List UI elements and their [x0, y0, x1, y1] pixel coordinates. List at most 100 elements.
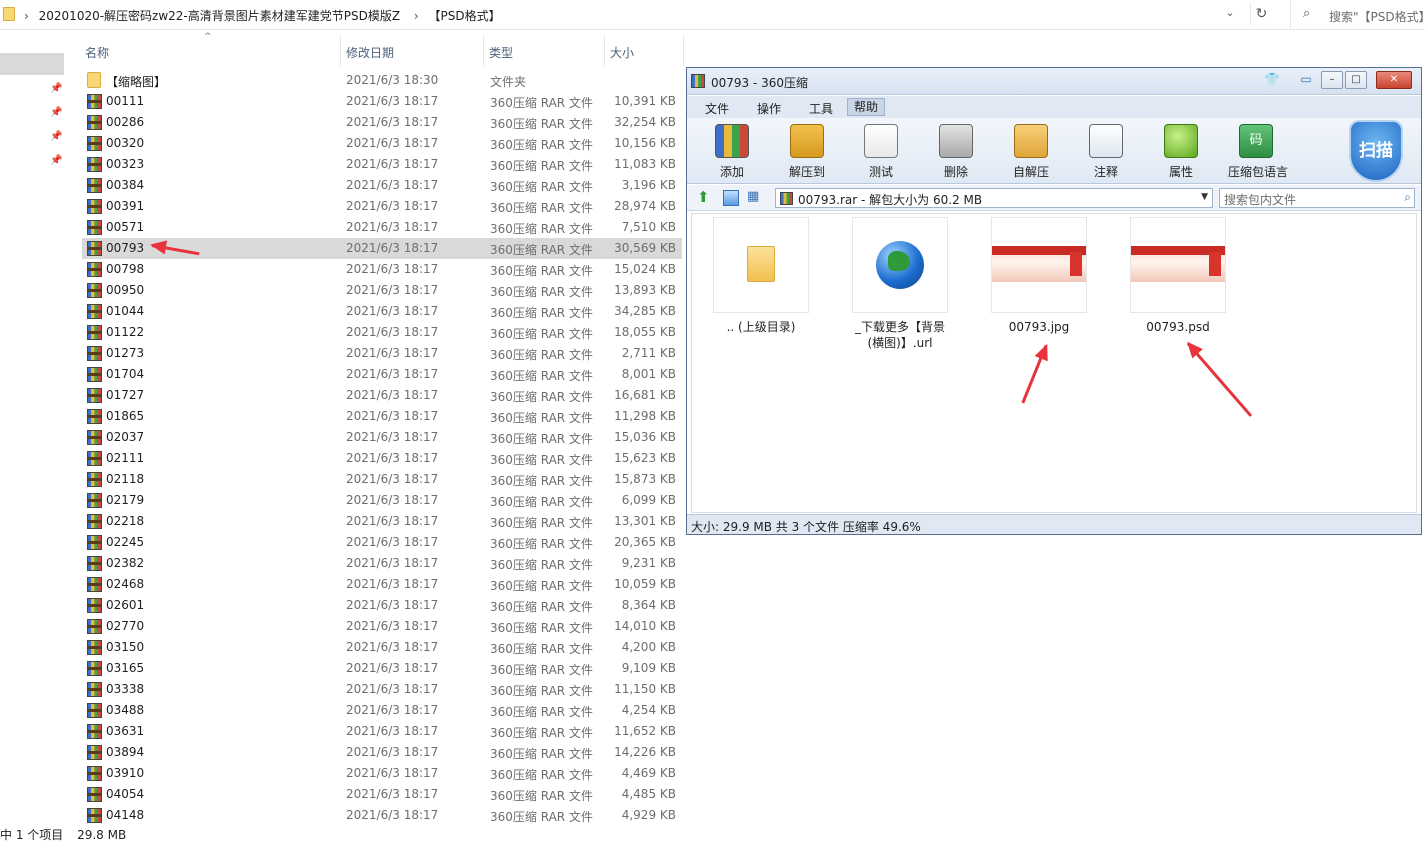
table-row[interactable]: 00950 2021/6/3 18:17 360压缩 RAR 文件 13,893 KB: [82, 280, 682, 301]
feedback-icon[interactable]: ▭: [1297, 72, 1315, 90]
table-row[interactable]: 00798 2021/6/3 18:17 360压缩 RAR 文件 15,024 KB: [82, 259, 682, 280]
chevron-down-icon[interactable]: ⌄: [1222, 6, 1238, 22]
column-header-name[interactable]: 名称: [82, 36, 340, 66]
table-row[interactable]: 02382 2021/6/3 18:17 360压缩 RAR 文件 9,231 KB: [82, 553, 682, 574]
test-button[interactable]: 测试: [853, 124, 909, 182]
table-row[interactable]: 02179 2021/6/3 18:17 360压缩 RAR 文件 6,099 KB: [82, 490, 682, 511]
table-row[interactable]: 02037 2021/6/3 18:17 360压缩 RAR 文件 15,036 KB: [82, 427, 682, 448]
skin-icon[interactable]: 👕: [1263, 72, 1281, 90]
table-row[interactable]: 03894 2021/6/3 18:17 360压缩 RAR 文件 14,226 KB: [82, 742, 682, 763]
breadcrumb[interactable]: › 20201020-解压密码zw22-高清背景图片素材建军建党节PSD模版Z …: [20, 7, 507, 24]
menu-file[interactable]: 文件: [705, 100, 729, 117]
menu-tools[interactable]: 工具: [809, 100, 833, 117]
breadcrumb-item[interactable]: 【PSD格式】: [429, 9, 501, 23]
table-row[interactable]: 03165 2021/6/3 18:17 360压缩 RAR 文件 9,109 KB: [82, 658, 682, 679]
table-row[interactable]: 00323 2021/6/3 18:17 360压缩 RAR 文件 11,083 KB: [82, 154, 682, 175]
menu-actions[interactable]: 操作: [757, 100, 781, 117]
table-row[interactable]: 04148 2021/6/3 18:17 360压缩 RAR 文件 4,929 KB: [82, 805, 682, 826]
table-row[interactable]: 01704 2021/6/3 18:17 360压缩 RAR 文件 8,001 KB: [82, 364, 682, 385]
window-titlebar[interactable]: 00793 - 360压缩 👕 ▭ – □ ✕: [687, 68, 1421, 95]
file-size: 14,010 KB: [614, 619, 676, 633]
file-name: 00286: [106, 115, 145, 129]
file-size: 15,623 KB: [614, 451, 676, 465]
rar-archive-icon: [87, 472, 102, 487]
table-row[interactable]: 02218 2021/6/3 18:17 360压缩 RAR 文件 13,301 KB: [82, 511, 682, 532]
file-type: 360压缩 RAR 文件: [490, 684, 593, 698]
archive-language-button[interactable]: 压缩包语言: [1228, 124, 1288, 182]
add-button[interactable]: 添加: [704, 124, 760, 182]
table-row[interactable]: 02601 2021/6/3 18:17 360压缩 RAR 文件 8,364 KB: [82, 595, 682, 616]
table-row[interactable]: 00320 2021/6/3 18:17 360压缩 RAR 文件 10,156 KB: [82, 133, 682, 154]
table-row[interactable]: 04054 2021/6/3 18:17 360压缩 RAR 文件 4,485 KB: [82, 784, 682, 805]
close-button[interactable]: ✕: [1376, 71, 1412, 89]
chevron-down-icon: ▼: [1201, 192, 1208, 202]
file-size: 9,109 KB: [621, 661, 676, 675]
breadcrumb-item[interactable]: 20201020-解压密码zw22-高清背景图片素材建军建党节PSD模版Z: [39, 9, 400, 23]
globe-icon: [876, 241, 924, 289]
address-bar[interactable]: › 20201020-解压密码zw22-高清背景图片素材建军建党节PSD模版Z …: [0, 0, 1425, 30]
file-size: 11,652 KB: [614, 724, 676, 738]
table-row[interactable]: 00286 2021/6/3 18:17 360压缩 RAR 文件 32,254 KB: [82, 112, 682, 133]
maximize-button[interactable]: □: [1345, 71, 1367, 89]
column-header-date[interactable]: 修改日期: [341, 36, 483, 66]
archive-path-dropdown[interactable]: 00793.rar - 解包大小为 60.2 MB ▼: [775, 188, 1213, 208]
comment-button[interactable]: 注释: [1078, 124, 1134, 182]
thumbnail-view-icon[interactable]: [723, 190, 739, 206]
table-row[interactable]: 03631 2021/6/3 18:17 360压缩 RAR 文件 11,652 KB: [82, 721, 682, 742]
table-row[interactable]: 01122 2021/6/3 18:17 360压缩 RAR 文件 18,055 KB: [82, 322, 682, 343]
rar-archive-icon: [87, 556, 102, 571]
delete-button[interactable]: 删除: [928, 124, 984, 182]
info-icon: [1164, 124, 1198, 158]
table-row[interactable]: 01273 2021/6/3 18:17 360压缩 RAR 文件 2,711 KB: [82, 343, 682, 364]
table-row[interactable]: 00571 2021/6/3 18:17 360压缩 RAR 文件 7,510 KB: [82, 217, 682, 238]
table-row[interactable]: 00384 2021/6/3 18:17 360压缩 RAR 文件 3,196 KB: [82, 175, 682, 196]
archive-item-jpg[interactable]: 00793.jpg: [990, 217, 1088, 335]
column-header-type[interactable]: 类型: [484, 36, 604, 66]
extract-to-button[interactable]: 解压到: [779, 124, 835, 182]
column-divider[interactable]: [683, 36, 684, 66]
refresh-icon[interactable]: ↻: [1250, 3, 1272, 25]
chevron-right-icon: ›: [413, 9, 419, 23]
rar-archive-icon: [87, 682, 102, 697]
table-row[interactable]: 【缩略图】 2021/6/3 18:30 文件夹: [82, 70, 682, 91]
archive-item-url[interactable]: _下载更多【背景(横图)】.url: [851, 217, 949, 351]
column-header-size[interactable]: 大小: [605, 36, 683, 66]
table-row[interactable]: 01727 2021/6/3 18:17 360压缩 RAR 文件 16,681 KB: [82, 385, 682, 406]
table-row[interactable]: 02468 2021/6/3 18:17 360压缩 RAR 文件 10,059 KB: [82, 574, 682, 595]
file-size: 18,055 KB: [614, 325, 676, 339]
file-name: 00391: [106, 199, 145, 213]
file-type: 360压缩 RAR 文件: [490, 180, 593, 194]
file-name: 03165: [106, 661, 145, 675]
table-row[interactable]: 03338 2021/6/3 18:17 360压缩 RAR 文件 11,150 KB: [82, 679, 682, 700]
table-row[interactable]: 03150 2021/6/3 18:17 360压缩 RAR 文件 4,200 KB: [82, 637, 682, 658]
rar-archive-icon: [87, 367, 102, 382]
scan-shield-button[interactable]: 扫描: [1349, 120, 1403, 182]
archive-item-parent-dir[interactable]: .. (上级目录): [712, 217, 810, 335]
self-extract-button[interactable]: 自解压: [1003, 124, 1059, 182]
table-row[interactable]: 00111 2021/6/3 18:17 360压缩 RAR 文件 10,391 KB: [82, 91, 682, 112]
nav-item-selected[interactable]: [0, 53, 64, 75]
search-icon[interactable]: ⌕: [1404, 190, 1411, 205]
table-row[interactable]: 01044 2021/6/3 18:17 360压缩 RAR 文件 34,285 KB: [82, 301, 682, 322]
properties-button[interactable]: 属性: [1153, 124, 1209, 182]
grid-view-icon[interactable]: ▦: [747, 190, 763, 206]
archive-search-input[interactable]: 搜索包内文件 ⌕: [1219, 188, 1415, 208]
archive-item-psd[interactable]: 00793.psd: [1129, 217, 1227, 335]
up-arrow-icon[interactable]: ⬆: [697, 190, 713, 206]
file-type: 360压缩 RAR 文件: [490, 495, 593, 509]
table-row[interactable]: 00391 2021/6/3 18:17 360压缩 RAR 文件 28,974 KB: [82, 196, 682, 217]
table-row[interactable]: 02111 2021/6/3 18:17 360压缩 RAR 文件 15,623 KB: [82, 448, 682, 469]
menu-help[interactable]: 帮助: [847, 98, 886, 116]
search-input[interactable]: ⌕ 搜索"【PSD格式】: [1290, 0, 1425, 30]
table-row[interactable]: 02118 2021/6/3 18:17 360压缩 RAR 文件 15,873 KB: [82, 469, 682, 490]
minimize-button[interactable]: –: [1321, 71, 1343, 89]
file-date: 2021/6/3 18:17: [346, 598, 439, 612]
table-row[interactable]: 02770 2021/6/3 18:17 360压缩 RAR 文件 14,010 KB: [82, 616, 682, 637]
file-name: 02601: [106, 598, 145, 612]
table-row[interactable]: 03488 2021/6/3 18:17 360压缩 RAR 文件 4,254 KB: [82, 700, 682, 721]
table-row[interactable]: 02245 2021/6/3 18:17 360压缩 RAR 文件 20,365 KB: [82, 532, 682, 553]
rar-archive-icon: [87, 514, 102, 529]
table-row[interactable]: 01865 2021/6/3 18:17 360压缩 RAR 文件 11,298 KB: [82, 406, 682, 427]
table-row[interactable]: 03910 2021/6/3 18:17 360压缩 RAR 文件 4,469 KB: [82, 763, 682, 784]
file-size: 16,681 KB: [614, 388, 676, 402]
